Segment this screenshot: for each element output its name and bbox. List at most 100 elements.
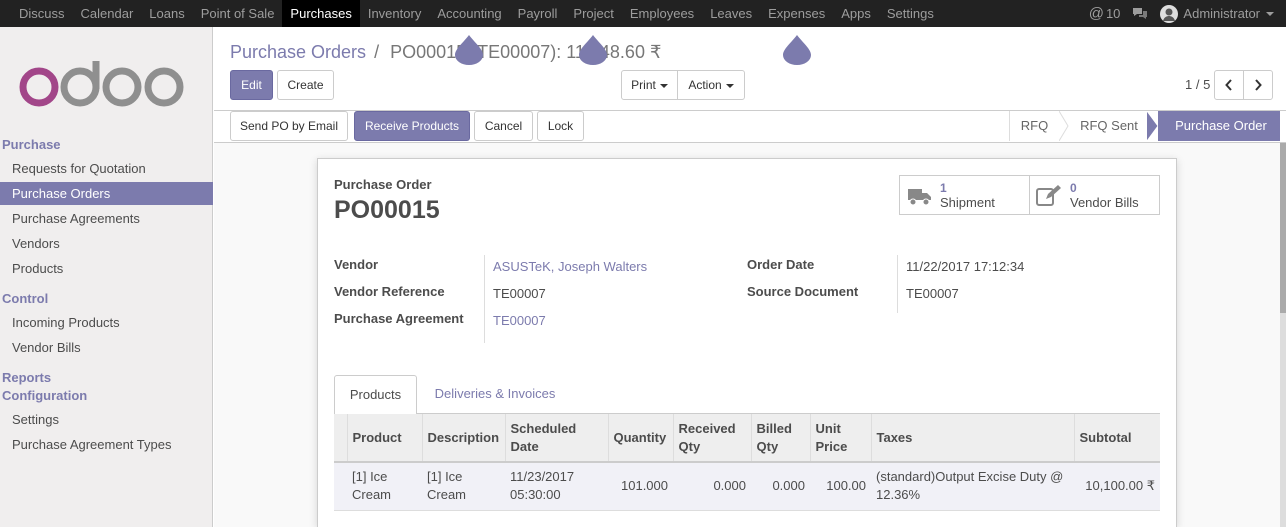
column-unit-price[interactable]: Unit Price (809, 414, 871, 463)
column-scheduled-date[interactable]: Scheduled Date (504, 414, 608, 463)
receive-products-button[interactable]: Receive Products (354, 111, 470, 141)
column-taxes[interactable]: Taxes (870, 414, 1074, 463)
menu-section-purchase[interactable]: Purchase (2, 137, 61, 152)
menu-products[interactable]: Products (0, 257, 213, 280)
app-calendar[interactable]: Calendar (73, 0, 142, 27)
user-menu[interactable]: Administrator (1160, 0, 1286, 27)
order-date-label: Order Date (747, 257, 815, 272)
loading-drop-icon (455, 35, 483, 65)
cell-description: [1] Ice Cream (422, 462, 505, 511)
action-label: Action (688, 78, 722, 92)
app-accounting[interactable]: Accounting (429, 0, 509, 27)
cell-unit-price: 100.00 (810, 462, 871, 511)
breadcrumb-parent[interactable]: Purchase Orders (230, 42, 366, 62)
control-panel: Purchase Orders / PO00015 (TE00007): 11,… (214, 27, 1286, 111)
tab-deliveries-invoices[interactable]: Deliveries & Invoices (424, 375, 566, 415)
field-divider (897, 255, 898, 313)
column-received-qty[interactable]: Received Qty (672, 414, 751, 463)
menu-purchase-agreements[interactable]: Purchase Agreements (0, 207, 213, 230)
menu-requests-for-quotation[interactable]: Requests for Quotation (0, 157, 213, 180)
app-settings[interactable]: Settings (879, 0, 942, 27)
cell-received-qty: 0.000 (673, 462, 751, 511)
stage-arrow-icon (1059, 111, 1069, 141)
cell-billed-qty: 0.000 (751, 462, 810, 511)
edit-button[interactable]: Edit (230, 70, 273, 100)
print-dropdown[interactable]: Print (621, 70, 678, 100)
tab-products[interactable]: Products (334, 375, 417, 415)
menu-settings[interactable]: Settings (0, 408, 213, 431)
mentions[interactable]: @ 10 (1089, 0, 1133, 27)
menu-section-control[interactable]: Control (2, 291, 48, 306)
app-apps[interactable]: Apps (833, 0, 879, 27)
create-button[interactable]: Create (277, 70, 334, 100)
send-po-by-email-button[interactable]: Send PO by Email (230, 111, 348, 141)
app-leaves[interactable]: Leaves (702, 0, 760, 27)
source-document-label: Source Document (747, 284, 859, 299)
stage-purchase-order: Purchase Order (1158, 111, 1280, 141)
column-product[interactable]: Product (346, 414, 422, 463)
shipment-label: Shipment (940, 195, 995, 210)
source-document-value: TE00007 (906, 286, 959, 301)
app-expenses[interactable]: Expenses (760, 0, 833, 27)
vendor-reference-label: Vendor Reference (334, 284, 445, 299)
column-quantity[interactable]: Quantity (607, 414, 673, 463)
breadcrumb-current: PO00015 (TE00007): 11,448.60 ₹ (390, 42, 662, 62)
app-project[interactable]: Project (565, 0, 621, 27)
scrollbar[interactable] (1280, 143, 1286, 527)
app-inventory[interactable]: Inventory (360, 0, 429, 27)
column-subtotal[interactable]: Subtotal (1073, 414, 1160, 463)
notebook-tabs: Products Deliveries & Invoices (334, 375, 1160, 415)
app-point-of-sale[interactable]: Point of Sale (193, 0, 283, 27)
purchase-agreement-label: Purchase Agreement (334, 311, 464, 326)
pager-previous-button[interactable] (1214, 70, 1244, 100)
action-dropdown[interactable]: Action (677, 70, 745, 100)
app-loans[interactable]: Loans (141, 0, 192, 27)
table-row[interactable]: [1] Ice Cream [1] Ice Cream 11/23/2017 0… (334, 462, 1160, 511)
menu-section-reports[interactable]: Reports (2, 370, 51, 385)
chevron-right-icon (1255, 79, 1262, 91)
pager-value[interactable]: 1 / 5 (1185, 77, 1210, 92)
odoo-logo (19, 61, 184, 107)
avatar (1160, 4, 1179, 23)
table-header-row: Product Description Scheduled Date Quant… (334, 414, 1160, 463)
messaging[interactable] (1132, 7, 1160, 20)
column-description[interactable]: Description (421, 414, 505, 463)
app-discuss[interactable]: Discuss (11, 0, 73, 27)
at-icon: @ (1088, 5, 1104, 22)
cell-product: [1] Ice Cream (347, 462, 422, 511)
stage-rfq-sent[interactable]: RFQ Sent (1069, 111, 1149, 141)
menu-purchase-agreement-types[interactable]: Purchase Agreement Types (0, 433, 213, 456)
menu-vendor-bills[interactable]: Vendor Bills (0, 336, 213, 359)
stage-rfq[interactable]: RFQ (1009, 111, 1059, 141)
breadcrumb-separator: / (374, 42, 380, 62)
lock-button[interactable]: Lock (537, 111, 584, 141)
purchase-agreement-value[interactable]: TE00007 (493, 313, 546, 328)
pager-next-button[interactable] (1243, 70, 1273, 100)
menu-incoming-products[interactable]: Incoming Products (0, 311, 213, 334)
vendor-reference-value: TE00007 (493, 286, 546, 301)
document-type-label: Purchase Order (334, 177, 432, 192)
scrollbar-thumb[interactable] (1280, 143, 1286, 313)
menu-purchase-orders[interactable]: Purchase Orders (0, 182, 213, 205)
order-lines-table: Product Description Scheduled Date Quant… (334, 414, 1160, 511)
app-purchases[interactable]: Purchases (282, 0, 360, 27)
cell-taxes: (standard)Output Excise Duty @ 12.36% (871, 462, 1074, 511)
shipment-count: 1 (940, 181, 947, 195)
shipment-smart-button[interactable]: 1 Shipment (899, 175, 1030, 215)
vendor-value[interactable]: ASUSTeK, Joseph Walters (493, 259, 647, 274)
cancel-button[interactable]: Cancel (474, 111, 533, 141)
vendor-bills-count: 0 (1070, 181, 1077, 195)
cell-scheduled-date: 11/23/2017 05:30:00 (505, 462, 608, 511)
menu-vendors[interactable]: Vendors (0, 232, 213, 255)
column-billed-qty[interactable]: Billed Qty (750, 414, 810, 463)
menu-section-configuration[interactable]: Configuration (2, 388, 87, 403)
app-payroll[interactable]: Payroll (510, 0, 566, 27)
chevron-left-icon (1225, 79, 1232, 91)
pencil-square-icon (1036, 185, 1061, 206)
app-employees[interactable]: Employees (622, 0, 702, 27)
vendor-bills-smart-button[interactable]: 0 Vendor Bills (1029, 175, 1160, 215)
print-label: Print (631, 78, 656, 92)
form-sheet: Purchase Order PO00015 1 Shipment 0 Vend… (317, 158, 1177, 527)
user-name: Administrator (1183, 6, 1260, 21)
app-menu: Discuss Calendar Loans Point of Sale Pur… (0, 0, 942, 27)
